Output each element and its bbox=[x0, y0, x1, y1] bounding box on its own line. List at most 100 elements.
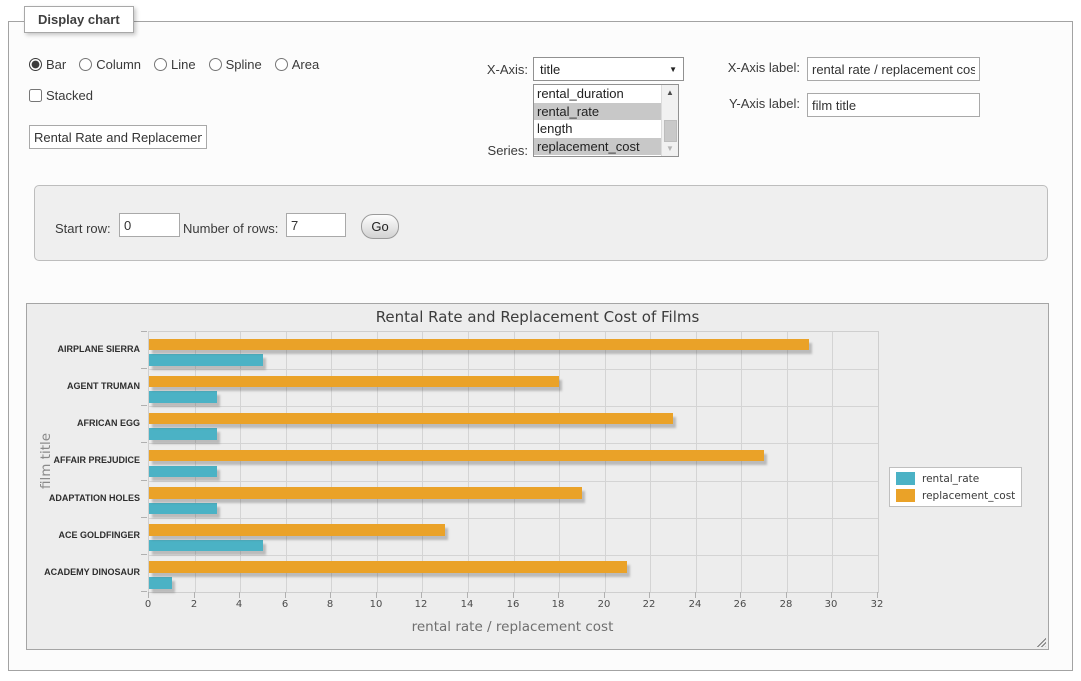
stacked-checkbox[interactable] bbox=[29, 89, 42, 102]
y-axis-label-caption: Y-Axis label: bbox=[690, 96, 800, 111]
gridline bbox=[514, 332, 515, 592]
x-axis-tick bbox=[194, 592, 195, 598]
chart-type-option-area[interactable]: Area bbox=[275, 57, 319, 72]
bar-replacement_cost bbox=[149, 413, 673, 425]
start-row-input[interactable] bbox=[119, 213, 180, 237]
y-axis-tick bbox=[141, 591, 147, 592]
bar-rental_rate bbox=[149, 503, 217, 515]
stacked-label: Stacked bbox=[46, 88, 93, 103]
y-axis-tick bbox=[141, 480, 147, 481]
x-tick-label: 16 bbox=[493, 599, 533, 610]
chart-container: Rental Rate and Replacement Cost of Film… bbox=[26, 303, 1049, 650]
gridline bbox=[240, 332, 241, 592]
bar-rental_rate bbox=[149, 540, 263, 552]
x-tick-label: 30 bbox=[811, 599, 851, 610]
y-axis-tick bbox=[141, 331, 147, 332]
series-option-replacement-cost[interactable]: replacement_cost bbox=[534, 138, 661, 156]
series-scrollbar[interactable]: ▲ ▼ bbox=[661, 85, 678, 156]
chart-type-radio-bar[interactable] bbox=[29, 58, 42, 71]
scrollbar-thumb[interactable] bbox=[664, 120, 677, 142]
y-axis-tick bbox=[141, 517, 147, 518]
category-label: ACE GOLDFINGER bbox=[27, 517, 140, 554]
bar-replacement_cost bbox=[149, 376, 559, 388]
category-label: AGENT TRUMAN bbox=[27, 368, 140, 405]
legend-label: rental_rate bbox=[922, 473, 979, 485]
chart-type-label-column: Column bbox=[96, 57, 141, 72]
chart-type-option-bar[interactable]: Bar bbox=[29, 57, 66, 72]
series-option-rental-duration[interactable]: rental_duration bbox=[534, 85, 661, 103]
bar-rental_rate bbox=[149, 466, 217, 478]
gridline bbox=[832, 332, 833, 592]
x-axis-tick bbox=[330, 592, 331, 598]
x-axis-tick bbox=[831, 592, 832, 598]
legend-label: replacement_cost bbox=[922, 490, 1015, 502]
chart-title-input[interactable] bbox=[29, 125, 207, 149]
gridline bbox=[195, 332, 196, 592]
scrollbar-up-icon[interactable]: ▲ bbox=[662, 85, 678, 100]
y-axis-tick bbox=[141, 554, 147, 555]
page: Display chart Bar Column Line Spline Are… bbox=[0, 0, 1081, 681]
series-multiselect[interactable]: rental_duration rental_rate length repla… bbox=[533, 84, 679, 157]
x-axis-select-label: X-Axis: bbox=[420, 62, 528, 77]
x-axis-tick bbox=[695, 592, 696, 598]
y-axis-tick bbox=[141, 405, 147, 406]
number-of-rows-input[interactable] bbox=[286, 213, 346, 237]
y-axis-tick bbox=[141, 368, 147, 369]
resize-handle-icon[interactable] bbox=[1035, 636, 1046, 647]
chart-type-option-spline[interactable]: Spline bbox=[209, 57, 262, 72]
bar-rental_rate bbox=[149, 428, 217, 440]
chart-type-label-bar: Bar bbox=[46, 57, 66, 72]
chart-type-radio-column[interactable] bbox=[79, 58, 92, 71]
x-tick-label: 28 bbox=[766, 599, 806, 610]
bar-rental_rate bbox=[149, 354, 263, 366]
y-axis-label-input[interactable] bbox=[807, 93, 980, 117]
chart-type-label-area: Area bbox=[292, 57, 319, 72]
chart-type-radio-spline[interactable] bbox=[209, 58, 222, 71]
legend-item: rental_rate bbox=[896, 472, 1015, 485]
series-option-rental-rate[interactable]: rental_rate bbox=[534, 103, 661, 121]
series-options: rental_duration rental_rate length repla… bbox=[534, 85, 661, 156]
x-axis-selected-value: title bbox=[540, 62, 560, 77]
series-option-length[interactable]: length bbox=[534, 120, 661, 138]
x-axis-select[interactable]: title ▼ bbox=[533, 57, 684, 81]
gridline bbox=[149, 481, 878, 482]
x-axis-tick bbox=[513, 592, 514, 598]
category-label: AIRPLANE SIERRA bbox=[27, 331, 140, 368]
x-axis-tick bbox=[285, 592, 286, 598]
chart-legend: rental_rate replacement_cost bbox=[889, 467, 1022, 507]
gridline bbox=[559, 332, 560, 592]
gridline bbox=[286, 332, 287, 592]
x-axis-tick bbox=[239, 592, 240, 598]
gridline bbox=[468, 332, 469, 592]
gridline bbox=[741, 332, 742, 592]
x-tick-label: 14 bbox=[447, 599, 487, 610]
go-button[interactable]: Go bbox=[361, 214, 399, 239]
bar-replacement_cost bbox=[149, 339, 809, 351]
x-axis-tick bbox=[877, 592, 878, 598]
gridline bbox=[331, 332, 332, 592]
scrollbar-down-icon[interactable]: ▼ bbox=[662, 141, 678, 156]
x-tick-label: 10 bbox=[356, 599, 396, 610]
chart-type-option-column[interactable]: Column bbox=[79, 57, 141, 72]
x-axis-tick bbox=[740, 592, 741, 598]
x-tick-label: 20 bbox=[584, 599, 624, 610]
chart-type-option-line[interactable]: Line bbox=[154, 57, 196, 72]
chart-type-label-spline: Spline bbox=[226, 57, 262, 72]
chart-type-radio-line[interactable] bbox=[154, 58, 167, 71]
legend-swatch-icon bbox=[896, 472, 915, 485]
x-axis-label-input[interactable] bbox=[807, 57, 980, 81]
x-tick-label: 4 bbox=[219, 599, 259, 610]
bar-replacement_cost bbox=[149, 561, 627, 573]
x-axis-title: rental rate / replacement cost bbox=[148, 619, 877, 635]
x-axis-tick bbox=[148, 592, 149, 598]
x-tick-label: 12 bbox=[401, 599, 441, 610]
stacked-option[interactable]: Stacked bbox=[29, 88, 93, 103]
gridline bbox=[650, 332, 651, 592]
bar-replacement_cost bbox=[149, 450, 764, 462]
category-label: ACADEMY DINOSAUR bbox=[27, 554, 140, 591]
x-tick-label: 32 bbox=[857, 599, 897, 610]
x-axis-tick bbox=[467, 592, 468, 598]
gridline bbox=[377, 332, 378, 592]
chart-type-radio-area[interactable] bbox=[275, 58, 288, 71]
x-axis-tick bbox=[558, 592, 559, 598]
